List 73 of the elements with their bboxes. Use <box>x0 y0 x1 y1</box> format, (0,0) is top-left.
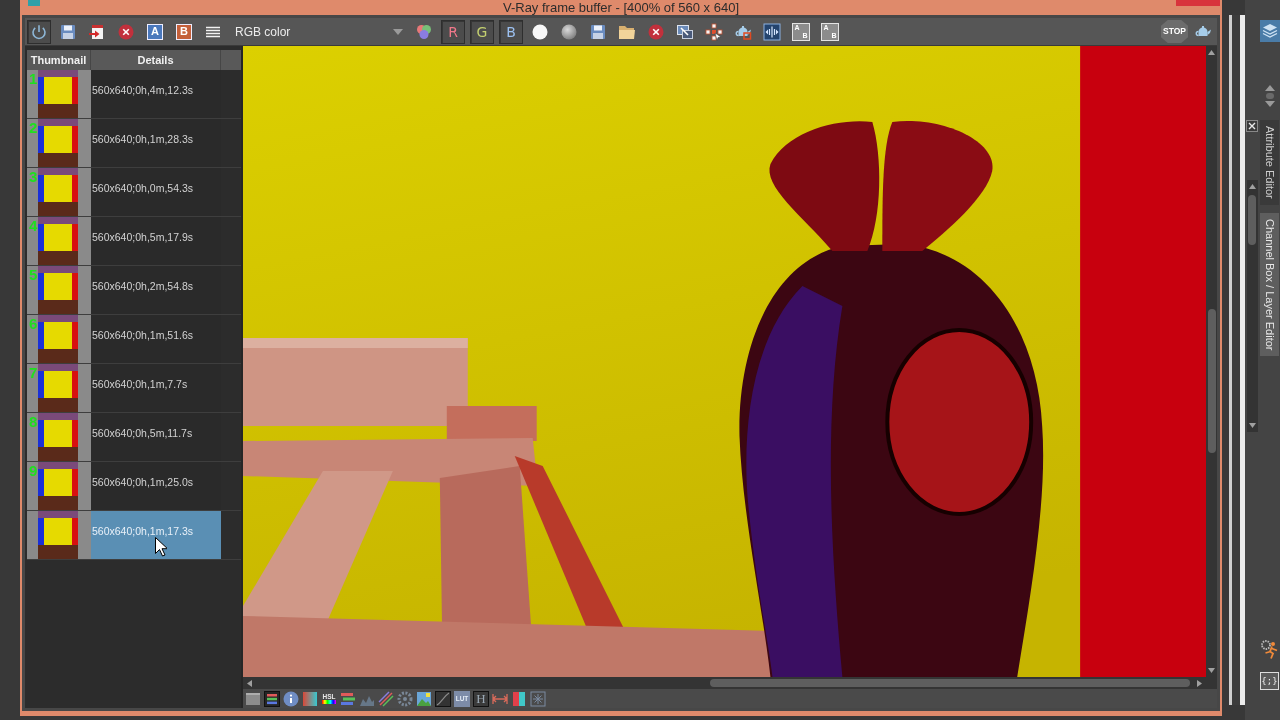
clear-icon[interactable] <box>647 22 665 41</box>
thumbnail-image <box>38 70 78 118</box>
stripes-icon[interactable] <box>378 690 394 707</box>
layers-icon[interactable] <box>1259 20 1280 42</box>
item-number: 1 <box>29 71 38 86</box>
item-number: 5 <box>29 267 38 282</box>
grid-icon[interactable] <box>530 690 546 707</box>
thumbnail-image <box>38 266 78 314</box>
info-icon[interactable] <box>283 690 299 707</box>
thumbnail-image <box>38 511 78 559</box>
landscape-icon[interactable] <box>416 690 432 707</box>
scrollbar-thumb[interactable] <box>710 679 1190 687</box>
clear-icon[interactable] <box>117 22 135 41</box>
close-icon[interactable] <box>1246 120 1258 132</box>
gradient-icon[interactable] <box>302 690 318 707</box>
scroll-left-icon[interactable] <box>247 679 252 687</box>
history-slot-button[interactable]: A <box>147 23 163 40</box>
thumbnail-image <box>38 315 78 363</box>
circle-icon[interactable] <box>531 22 549 41</box>
thumbnail-image <box>38 168 78 216</box>
mouse-cursor-icon <box>155 537 167 557</box>
scroll-down-icon[interactable] <box>1208 668 1215 673</box>
split-color-icon[interactable] <box>511 690 527 707</box>
scroll-down-icon[interactable] <box>1248 423 1256 428</box>
channel-toggle[interactable]: R <box>441 19 465 44</box>
compare-icon[interactable] <box>763 22 781 41</box>
scroll-up-icon[interactable] <box>1248 184 1256 189</box>
vertical-scrollbar[interactable] <box>1246 180 1258 432</box>
scroll-up-icon[interactable] <box>1208 50 1215 55</box>
vertical-tab[interactable]: Attribute Editor <box>1260 120 1279 205</box>
region-icon[interactable] <box>676 22 694 41</box>
crosshair-squares-icon[interactable] <box>705 22 723 41</box>
levels-button[interactable]: H <box>473 690 489 707</box>
rainbow-bar-icon <box>322 700 336 704</box>
window-icon[interactable] <box>245 690 261 707</box>
scrollbar-thumb[interactable] <box>1207 309 1216 453</box>
curve-icon[interactable] <box>435 690 451 707</box>
power-button[interactable] <box>27 19 51 44</box>
item-number: 3 <box>29 169 38 184</box>
spinner-arrows-icon[interactable] <box>1262 84 1277 108</box>
stop-button[interactable]: STOP <box>1161 20 1188 43</box>
load-image-icon[interactable] <box>88 22 106 41</box>
item-number: 6 <box>29 316 38 331</box>
thumbnail-image <box>38 217 78 265</box>
item-number: 2 <box>29 120 38 135</box>
history-slot-button[interactable]: B <box>176 23 192 40</box>
app-icon <box>28 0 40 6</box>
color-circles-icon[interactable] <box>415 22 433 41</box>
save-icon[interactable] <box>59 22 77 41</box>
thumbnail-image <box>38 413 78 461</box>
scrollbar-thumb[interactable] <box>1248 195 1256 245</box>
item-number: 4 <box>29 218 38 233</box>
channel-toggle[interactable]: G <box>470 19 494 44</box>
thumbnail-image <box>38 364 78 412</box>
rgb-bars-icon[interactable] <box>340 690 356 707</box>
channel-dropdown[interactable]: RGB color <box>230 20 407 43</box>
thumbnail-image <box>38 119 78 167</box>
details-cell[interactable]: 560x640;0h,1m,17.3s <box>91 511 221 559</box>
shaded-sphere-icon[interactable] <box>560 22 578 41</box>
script-editor-button[interactable]: {;} <box>1260 672 1279 690</box>
item-number: 9 <box>29 463 38 478</box>
thumbnail-image <box>38 462 78 510</box>
power-icon <box>30 22 48 41</box>
vertical-tab[interactable]: Channel Box / Layer Editor <box>1260 212 1279 357</box>
item-number: 8 <box>29 414 38 429</box>
color-bars-icon[interactable] <box>264 690 280 707</box>
scroll-right-icon[interactable] <box>1197 679 1202 687</box>
save-icon[interactable] <box>589 22 607 41</box>
running-figure-icon[interactable] <box>1259 639 1280 659</box>
window-title: V-Ray frame buffer - [400% of 560 x 640] <box>502 0 740 15</box>
channel-toggle[interactable]: B <box>499 19 523 44</box>
item-number: 7 <box>29 365 38 380</box>
caret-icon <box>393 28 403 35</box>
